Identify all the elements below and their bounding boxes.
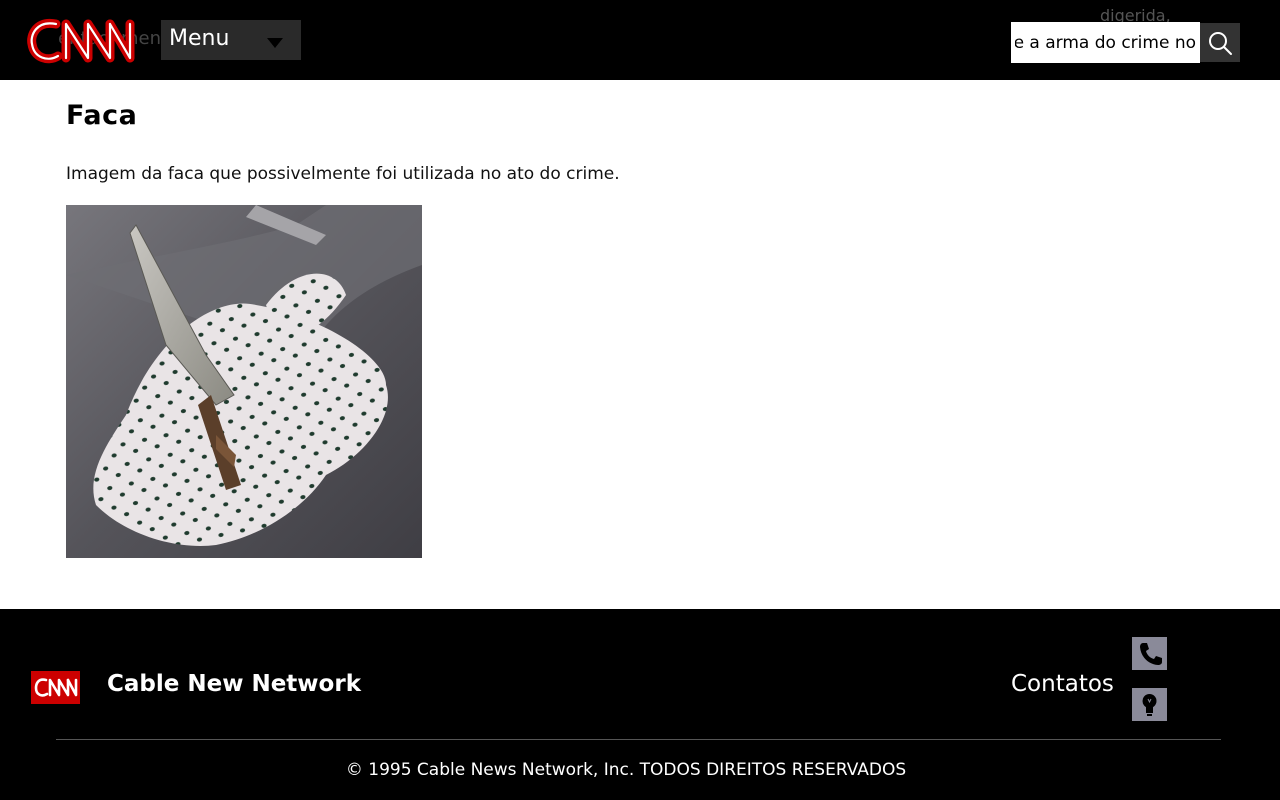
knife-photo [66,205,422,558]
search-button[interactable] [1200,23,1240,62]
copyright-text: © 1995 Cable News Network, Inc. TODOS DI… [345,760,907,780]
site-footer: Cable New Network Contatos © 1995 Cable … [0,609,1280,800]
knife-photo-graphic [66,205,422,558]
cnn-logo-graphic [27,18,135,64]
lightbulb-icon [1142,694,1157,716]
menu-button[interactable]: Menu [161,20,301,60]
footer-cnn-logo[interactable] [31,671,80,704]
search-input[interactable] [1011,22,1200,63]
menu-label: Menu [169,26,230,51]
phone-button[interactable] [1132,637,1167,670]
phone-icon [1140,643,1162,665]
image-description: Imagem da faca que possivelmente foi uti… [66,164,620,184]
footer-cnn-logo-graphic [34,678,78,697]
page-title: Faca [66,100,138,131]
search-icon [1209,32,1232,55]
cnn-logo[interactable] [26,14,136,66]
footer-divider [56,739,1221,740]
contacts-label: Contatos [1011,671,1114,697]
caret-down-icon [267,38,283,48]
lightbulb-button[interactable] [1132,688,1167,721]
footer-brand-name: Cable New Network [107,671,361,697]
top-navigation-bar: então, mentiu disse que digerida, Menu [0,0,1280,80]
